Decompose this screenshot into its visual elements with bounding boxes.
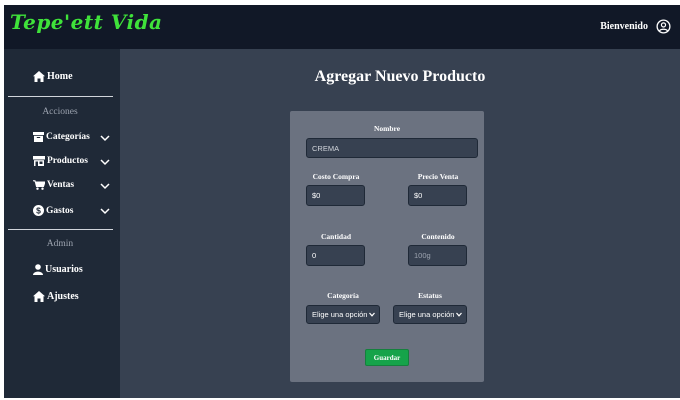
sidebar-item-gastos[interactable]: $ Gastos [33, 205, 73, 216]
precio-venta-input[interactable]: $0 [408, 185, 467, 206]
home-icon [33, 291, 45, 302]
sidebar-item-categorias[interactable]: Categorías [33, 132, 90, 142]
categoria-select[interactable]: Elige una opción [306, 305, 380, 324]
save-button[interactable]: Guardar [365, 349, 409, 366]
svg-text:$: $ [36, 206, 41, 216]
contenido-label: Contenido [421, 232, 455, 241]
chevron-down-icon[interactable] [100, 207, 110, 215]
sidebar-item-label: Categorías [46, 132, 90, 142]
nombre-label: Nombre [373, 124, 401, 133]
welcome-text: Bienvenido [600, 21, 648, 32]
archive-icon [33, 132, 44, 142]
estatus-select[interactable]: Elige una opción [393, 305, 467, 324]
store-icon [33, 156, 45, 166]
sidebar-item-label: Ajustes [47, 291, 79, 302]
categoria-selected-value: Elige una opción [312, 310, 368, 319]
user-circle-icon[interactable] [656, 19, 671, 34]
cantidad-label: Cantidad [320, 232, 351, 241]
sidebar-item-label: Home [47, 71, 73, 82]
sidebar-item-label: Ventas [47, 180, 75, 190]
sidebar-item-label: Gastos [46, 205, 74, 216]
user-icon [33, 264, 43, 275]
brand-logo[interactable]: Tepe'ett Vida [10, 10, 163, 34]
chevron-down-icon[interactable] [100, 158, 110, 166]
sidebar: Home Acciones Categorías Productos Venta… [4, 49, 120, 398]
page-title: Agregar Nuevo Producto [314, 68, 486, 85]
costo-compra-label: Costo Compra [312, 172, 360, 181]
costo-compra-input[interactable]: $0 [306, 185, 365, 206]
nombre-input[interactable]: CREMA [306, 138, 478, 158]
sidebar-item-ventas[interactable]: Ventas [33, 180, 74, 190]
sidebar-item-label: Usuarios [45, 264, 83, 275]
estatus-selected-value: Elige una opción [399, 310, 455, 319]
sidebar-item-label: Productos [47, 156, 88, 166]
section-title-admin: Admin [46, 239, 74, 249]
divider [8, 229, 113, 230]
chevron-down-icon [369, 312, 375, 317]
sidebar-item-home[interactable]: Home [33, 71, 73, 82]
section-title-acciones: Acciones [42, 107, 78, 117]
chevron-down-icon[interactable] [100, 134, 110, 142]
home-icon [33, 71, 45, 82]
cantidad-input[interactable]: 0 [306, 245, 365, 266]
sidebar-item-productos[interactable]: Productos [33, 156, 88, 166]
chevron-down-icon[interactable] [100, 182, 110, 190]
divider [8, 96, 113, 97]
sidebar-item-usuarios[interactable]: Usuarios [33, 264, 83, 275]
chevron-down-icon [456, 312, 462, 317]
contenido-input[interactable]: 100g [408, 245, 467, 266]
sidebar-item-ajustes[interactable]: Ajustes [33, 291, 79, 302]
categoria-label: Categoría [327, 291, 359, 300]
cart-icon [33, 180, 45, 190]
dollar-icon: $ [33, 205, 44, 216]
estatus-label: Estatus [418, 291, 442, 300]
precio-venta-label: Precio Venta [417, 172, 459, 181]
top-bar: Tepe'ett Vida Bienvenido [4, 5, 680, 49]
